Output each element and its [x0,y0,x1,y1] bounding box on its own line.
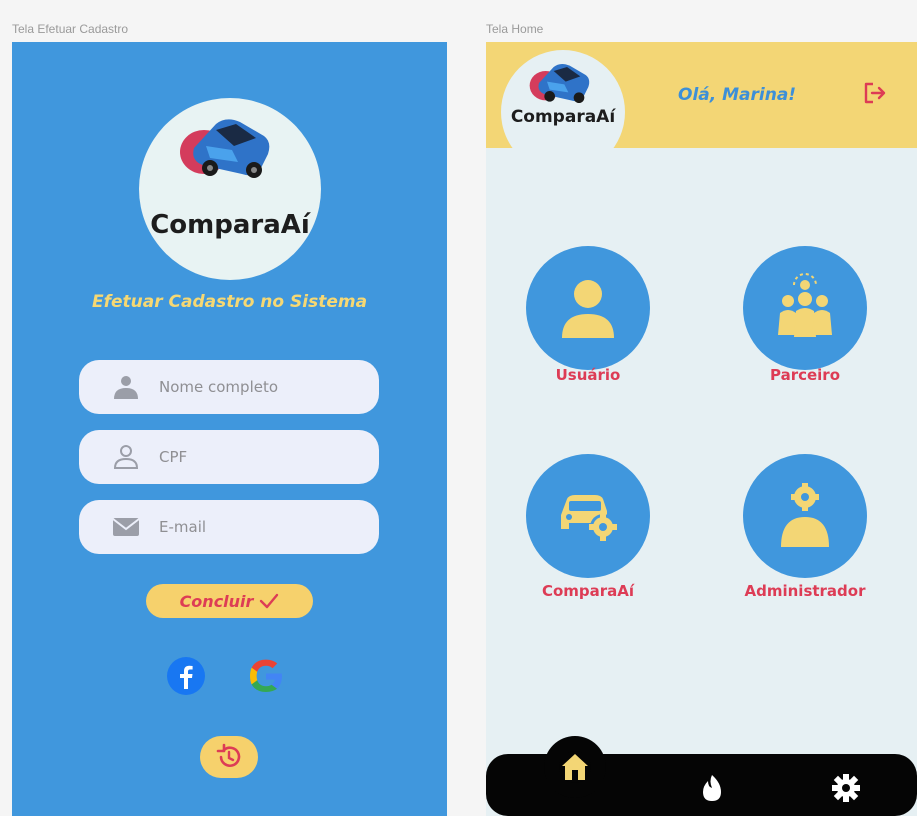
car-icon [529,63,590,103]
frame-label-home: Tela Home [486,22,544,36]
submit-label: Concluir [179,591,254,611]
tile-label-administrador[interactable]: Administrador [705,582,905,600]
tile-parceiro[interactable] [743,246,867,370]
nav-home-button[interactable] [544,736,606,798]
email-input[interactable] [159,500,359,554]
logout-icon[interactable] [862,80,888,106]
user-icon [114,376,138,399]
car-icon [180,119,270,178]
nav-settings-button[interactable] [828,770,864,806]
car-settings-icon [561,495,617,541]
email-field[interactable] [79,500,379,554]
mail-icon [112,518,140,536]
team-icon [778,273,832,337]
nav-trending-button[interactable] [694,770,730,806]
frame-label-signup: Tela Efetuar Cadastro [12,22,129,36]
history-icon [216,743,241,767]
tile-usuario[interactable] [526,246,650,370]
fire-icon [703,775,721,801]
bottom-nav [486,736,917,816]
submit-button[interactable]: Concluir [146,584,313,618]
tile-comparaai[interactable] [526,454,650,578]
cpf-field[interactable] [79,430,379,484]
tile-label-parceiro[interactable]: Parceiro [705,366,905,384]
app-logo: ComparaAí [501,50,625,174]
home-screen: Olá, Marina! ComparaAí Usuário Parceiro … [486,42,917,816]
signup-screen: ComparaAí Efetuar Cadastro no Sistema No… [12,42,447,816]
greeting: Olá, Marina! [678,85,797,105]
tile-administrador[interactable] [743,454,867,578]
name-field[interactable] [79,360,379,414]
check-icon [260,593,279,609]
cpf-input[interactable] [159,430,359,484]
gear-icon [832,774,860,802]
logo-text: ComparaAí [150,210,310,240]
tile-label-usuario[interactable]: Usuário [488,366,688,384]
tile-label-comparaai[interactable]: ComparaAí [488,582,688,600]
google-icon[interactable] [246,656,286,696]
logo-text: ComparaAí [510,107,616,127]
home-icon [559,751,591,783]
person-outline-icon [113,445,139,469]
app-logo: ComparaAí [139,98,321,280]
facebook-icon[interactable] [166,656,206,696]
history-button[interactable] [200,736,258,778]
admin-icon [781,483,829,547]
canvas: Tela Efetuar Cadastro Tela Home ComparaA… [0,0,917,816]
name-input[interactable] [159,360,359,414]
page-title: Efetuar Cadastro no Sistema [91,292,368,312]
user-icon [562,280,614,338]
